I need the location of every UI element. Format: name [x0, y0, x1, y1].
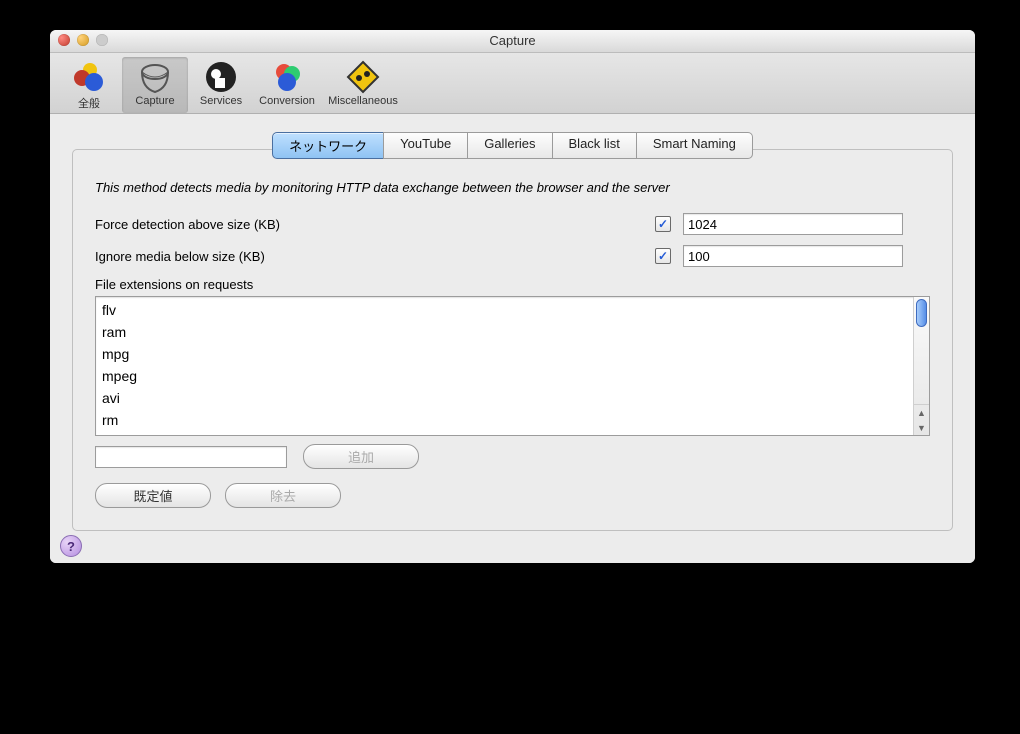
scroll-down-icon[interactable]: ▼ [914, 420, 929, 435]
list-item[interactable]: rm [102, 409, 911, 431]
misc-icon [345, 59, 381, 95]
check-icon: ✓ [658, 217, 668, 231]
defaults-button[interactable]: 既定値 [95, 483, 211, 508]
zoom-icon[interactable] [96, 34, 108, 46]
toolbar-item-capture[interactable]: Capture [122, 57, 188, 113]
capture-icon [137, 59, 173, 95]
extensions-list-wrap: flv ram mpg mpeg avi rm ▲ ▼ [95, 296, 930, 436]
tab-smartnaming[interactable]: Smart Naming [636, 132, 753, 159]
scrollbar-thumb[interactable] [916, 299, 927, 327]
scroll-arrows: ▲ ▼ [914, 404, 929, 435]
toolbar-item-services[interactable]: Services [188, 57, 254, 113]
extensions-list[interactable]: flv ram mpg mpeg avi rm [95, 296, 930, 436]
tab-panel: This method detects media by monitoring … [72, 149, 953, 531]
ignore-media-checkbox[interactable]: ✓ [655, 248, 671, 264]
toolbar-item-misc[interactable]: Miscellaneous [320, 57, 406, 113]
tab-label: ネットワーク [289, 139, 367, 154]
help-icon: ? [67, 539, 75, 554]
tab-youtube[interactable]: YouTube [383, 132, 467, 159]
toolbar-label: Miscellaneous [320, 95, 406, 107]
tab-label: Black list [569, 136, 620, 151]
tabbar: ネットワーク YouTube Galleries Black list Smar… [72, 132, 953, 159]
help-button[interactable]: ? [60, 535, 82, 557]
button-label: 追加 [348, 450, 374, 465]
content-area: ネットワーク YouTube Galleries Black list Smar… [50, 114, 975, 563]
extensions-label: File extensions on requests [95, 277, 930, 292]
add-button[interactable]: 追加 [303, 444, 419, 469]
button-label: 除去 [270, 489, 296, 504]
remove-button[interactable]: 除去 [225, 483, 341, 508]
toolbar-item-general[interactable]: 全般 [56, 57, 122, 113]
force-detection-row: Force detection above size (KB) ✓ [95, 213, 930, 235]
list-item[interactable]: mpg [102, 343, 911, 365]
list-item[interactable]: ram [102, 321, 911, 343]
general-icon [71, 59, 107, 95]
tab-label: Smart Naming [653, 136, 736, 151]
ignore-media-input[interactable] [683, 245, 903, 267]
add-extension-input[interactable] [95, 446, 287, 468]
tab-label: Galleries [484, 136, 535, 151]
titlebar: Capture [50, 30, 975, 53]
toolbar-label: Conversion [254, 95, 320, 107]
scrollbar[interactable]: ▲ ▼ [913, 297, 929, 435]
window-title: Capture [489, 33, 535, 48]
toolbar-label: Capture [122, 95, 188, 107]
check-icon: ✓ [658, 249, 668, 263]
list-item[interactable]: mpeg [102, 365, 911, 387]
force-detection-label: Force detection above size (KB) [95, 217, 655, 232]
minimize-icon[interactable] [77, 34, 89, 46]
preferences-window: Capture 全般 Capture Services Conversion [50, 30, 975, 563]
traffic-lights [58, 34, 108, 46]
list-item[interactable]: flv [102, 299, 911, 321]
list-item[interactable]: avi [102, 387, 911, 409]
services-icon [203, 59, 239, 95]
tab-blacklist[interactable]: Black list [552, 132, 636, 159]
toolbar-label: 全般 [56, 95, 122, 111]
ignore-media-row: Ignore media below size (KB) ✓ [95, 245, 930, 267]
close-icon[interactable] [58, 34, 70, 46]
description-text: This method detects media by monitoring … [95, 180, 930, 195]
ignore-media-label: Ignore media below size (KB) [95, 249, 655, 264]
tab-galleries[interactable]: Galleries [467, 132, 551, 159]
toolbar-label: Services [188, 95, 254, 107]
conversion-icon [269, 59, 305, 95]
add-extension-row: 追加 [95, 444, 930, 469]
force-detection-checkbox[interactable]: ✓ [655, 216, 671, 232]
buttons-row: 既定値 除去 [95, 483, 930, 508]
button-label: 既定値 [133, 489, 172, 504]
force-detection-input[interactable] [683, 213, 903, 235]
tab-label: YouTube [400, 136, 451, 151]
toolbar-item-conversion[interactable]: Conversion [254, 57, 320, 113]
scroll-up-icon[interactable]: ▲ [914, 405, 929, 420]
toolbar: 全般 Capture Services Conversion Miscellan… [50, 53, 975, 114]
tab-network[interactable]: ネットワーク [272, 132, 383, 159]
